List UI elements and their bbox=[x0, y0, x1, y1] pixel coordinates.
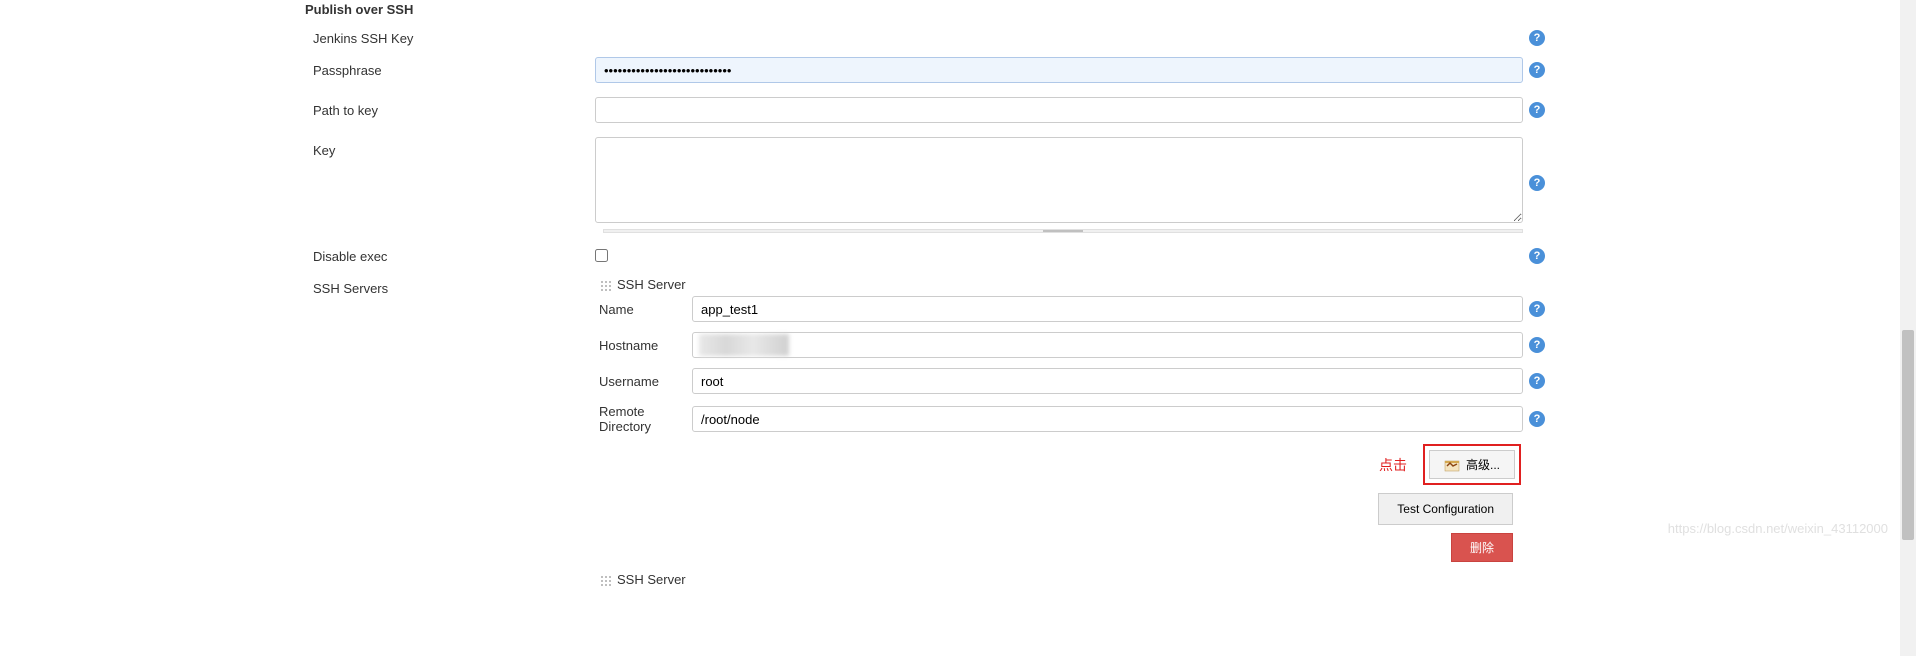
help-icon[interactable]: ? bbox=[1529, 62, 1545, 78]
ssh-server-header-2: SSH Server bbox=[617, 572, 686, 587]
username-label: Username bbox=[599, 374, 692, 389]
advanced-button-label: 高级... bbox=[1466, 456, 1500, 473]
help-icon[interactable]: ? bbox=[1529, 411, 1545, 427]
path-to-key-input[interactable] bbox=[595, 97, 1523, 123]
scrollbar-track[interactable] bbox=[1900, 0, 1916, 656]
remote-directory-input[interactable] bbox=[692, 406, 1523, 432]
annotation-click: 点击 bbox=[1379, 455, 1407, 475]
jenkins-ssh-key-label: Jenkins SSH Key bbox=[305, 25, 595, 46]
key-label: Key bbox=[305, 137, 595, 158]
ssh-server-header: SSH Server bbox=[617, 277, 686, 292]
passphrase-label: Passphrase bbox=[305, 57, 595, 78]
hostname-label: Hostname bbox=[599, 338, 692, 353]
annotation-highlight-box: 高级... bbox=[1423, 444, 1521, 485]
advanced-icon bbox=[1444, 458, 1460, 472]
drag-handle-icon[interactable] bbox=[599, 574, 611, 586]
help-icon[interactable]: ? bbox=[1529, 301, 1545, 317]
hostname-redacted bbox=[699, 334, 789, 356]
resize-handle-icon bbox=[1043, 230, 1083, 232]
section-title: Publish over SSH bbox=[305, 2, 1545, 17]
help-icon[interactable]: ? bbox=[1529, 102, 1545, 118]
resize-bar[interactable] bbox=[603, 229, 1523, 233]
help-icon[interactable]: ? bbox=[1529, 248, 1545, 264]
watermark: https://blog.csdn.net/weixin_43112000 bbox=[1668, 521, 1888, 536]
help-icon[interactable]: ? bbox=[1529, 175, 1545, 191]
scrollbar-thumb[interactable] bbox=[1902, 330, 1914, 540]
key-textarea[interactable] bbox=[595, 137, 1523, 223]
drag-handle-icon[interactable] bbox=[599, 279, 611, 291]
delete-button[interactable]: 删除 bbox=[1451, 533, 1513, 562]
name-input[interactable] bbox=[692, 296, 1523, 322]
help-icon[interactable]: ? bbox=[1529, 337, 1545, 353]
advanced-button[interactable]: 高级... bbox=[1429, 450, 1515, 479]
username-input[interactable] bbox=[692, 368, 1523, 394]
disable-exec-label: Disable exec bbox=[305, 243, 595, 264]
name-label: Name bbox=[599, 302, 692, 317]
test-configuration-button[interactable]: Test Configuration bbox=[1378, 493, 1513, 525]
help-icon[interactable]: ? bbox=[1529, 373, 1545, 389]
path-to-key-label: Path to key bbox=[305, 97, 595, 118]
remote-directory-label: Remote Directory bbox=[599, 404, 692, 434]
passphrase-input[interactable] bbox=[595, 57, 1523, 83]
help-icon[interactable]: ? bbox=[1529, 30, 1545, 46]
disable-exec-checkbox[interactable] bbox=[595, 249, 608, 262]
ssh-servers-label: SSH Servers bbox=[305, 275, 595, 296]
